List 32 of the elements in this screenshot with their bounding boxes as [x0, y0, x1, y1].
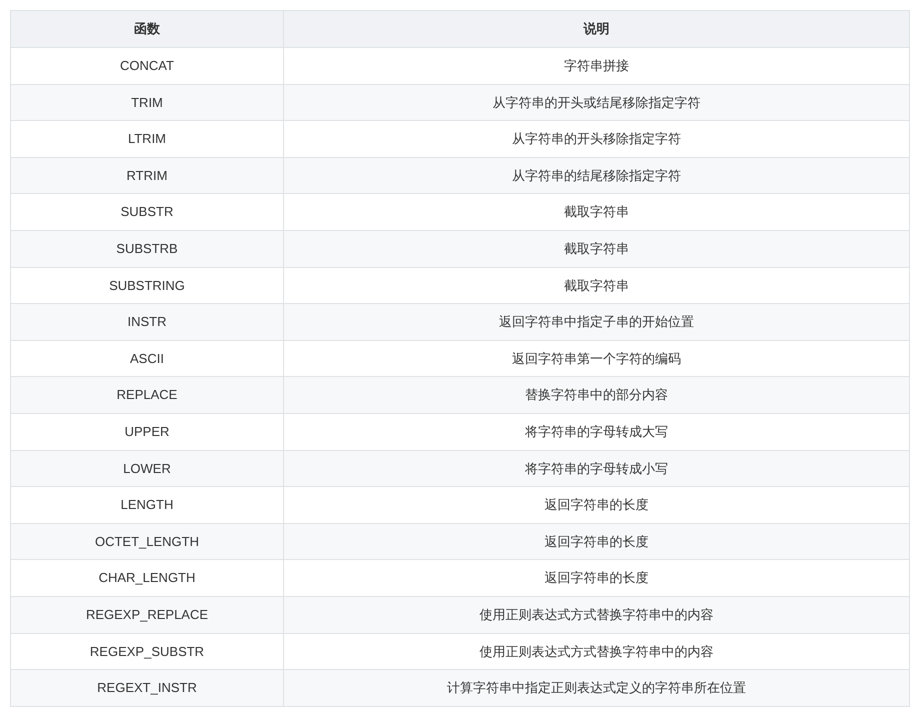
table-cell: SUBSTR — [10, 194, 284, 230]
table-cell: RTRIM — [10, 157, 284, 194]
table-cell: INSTR — [10, 304, 284, 340]
table-cell: TRIM — [10, 84, 284, 121]
table-cell: LOWER — [10, 450, 284, 487]
table-cell: LENGTH — [10, 486, 284, 524]
table-cell: REPLACE — [10, 376, 284, 414]
table-cell: UPPER — [10, 413, 284, 450]
table-cell: 截取字符串 — [284, 230, 910, 268]
table-cell: REGEXP_REPLACE — [10, 596, 284, 633]
table-cell: 返回字符串的长度 — [284, 486, 910, 524]
table-cell: CHAR_LENGTH — [10, 560, 284, 596]
table-cell: LTRIM — [10, 120, 284, 158]
table-cell: 返回字符串的长度 — [284, 523, 910, 560]
table-cell: 从字符串的结尾移除指定字符 — [284, 157, 910, 194]
table-cell: 使用正则表达式方式替换字符串中的内容 — [284, 596, 910, 633]
table-cell: 从字符串的开头或结尾移除指定字符 — [284, 84, 910, 121]
table-cell: CONCAT — [10, 48, 284, 84]
table-cell: 返回字符串的长度 — [284, 560, 910, 596]
table-cell: 字符串拼接 — [284, 48, 910, 84]
column-header: 说明 — [284, 10, 910, 48]
column-header: 函数 — [10, 10, 284, 48]
table-cell: 从字符串的开头移除指定字符 — [284, 120, 910, 158]
table-cell: SUBSTRB — [10, 230, 284, 268]
table-cell: 截取字符串 — [284, 194, 910, 230]
table-cell: REGEXT_INSTR — [10, 670, 284, 706]
table-cell: OCTET_LENGTH — [10, 523, 284, 560]
table-cell: 计算字符串中指定正则表达式定义的字符串所在位置 — [284, 670, 910, 706]
table-cell: 返回字符串中指定子串的开始位置 — [284, 304, 910, 340]
table-cell: 将字符串的字母转成小写 — [284, 450, 910, 487]
table-cell: 将字符串的字母转成大写 — [284, 413, 910, 450]
table-cell: 替换字符串中的部分内容 — [284, 376, 910, 414]
